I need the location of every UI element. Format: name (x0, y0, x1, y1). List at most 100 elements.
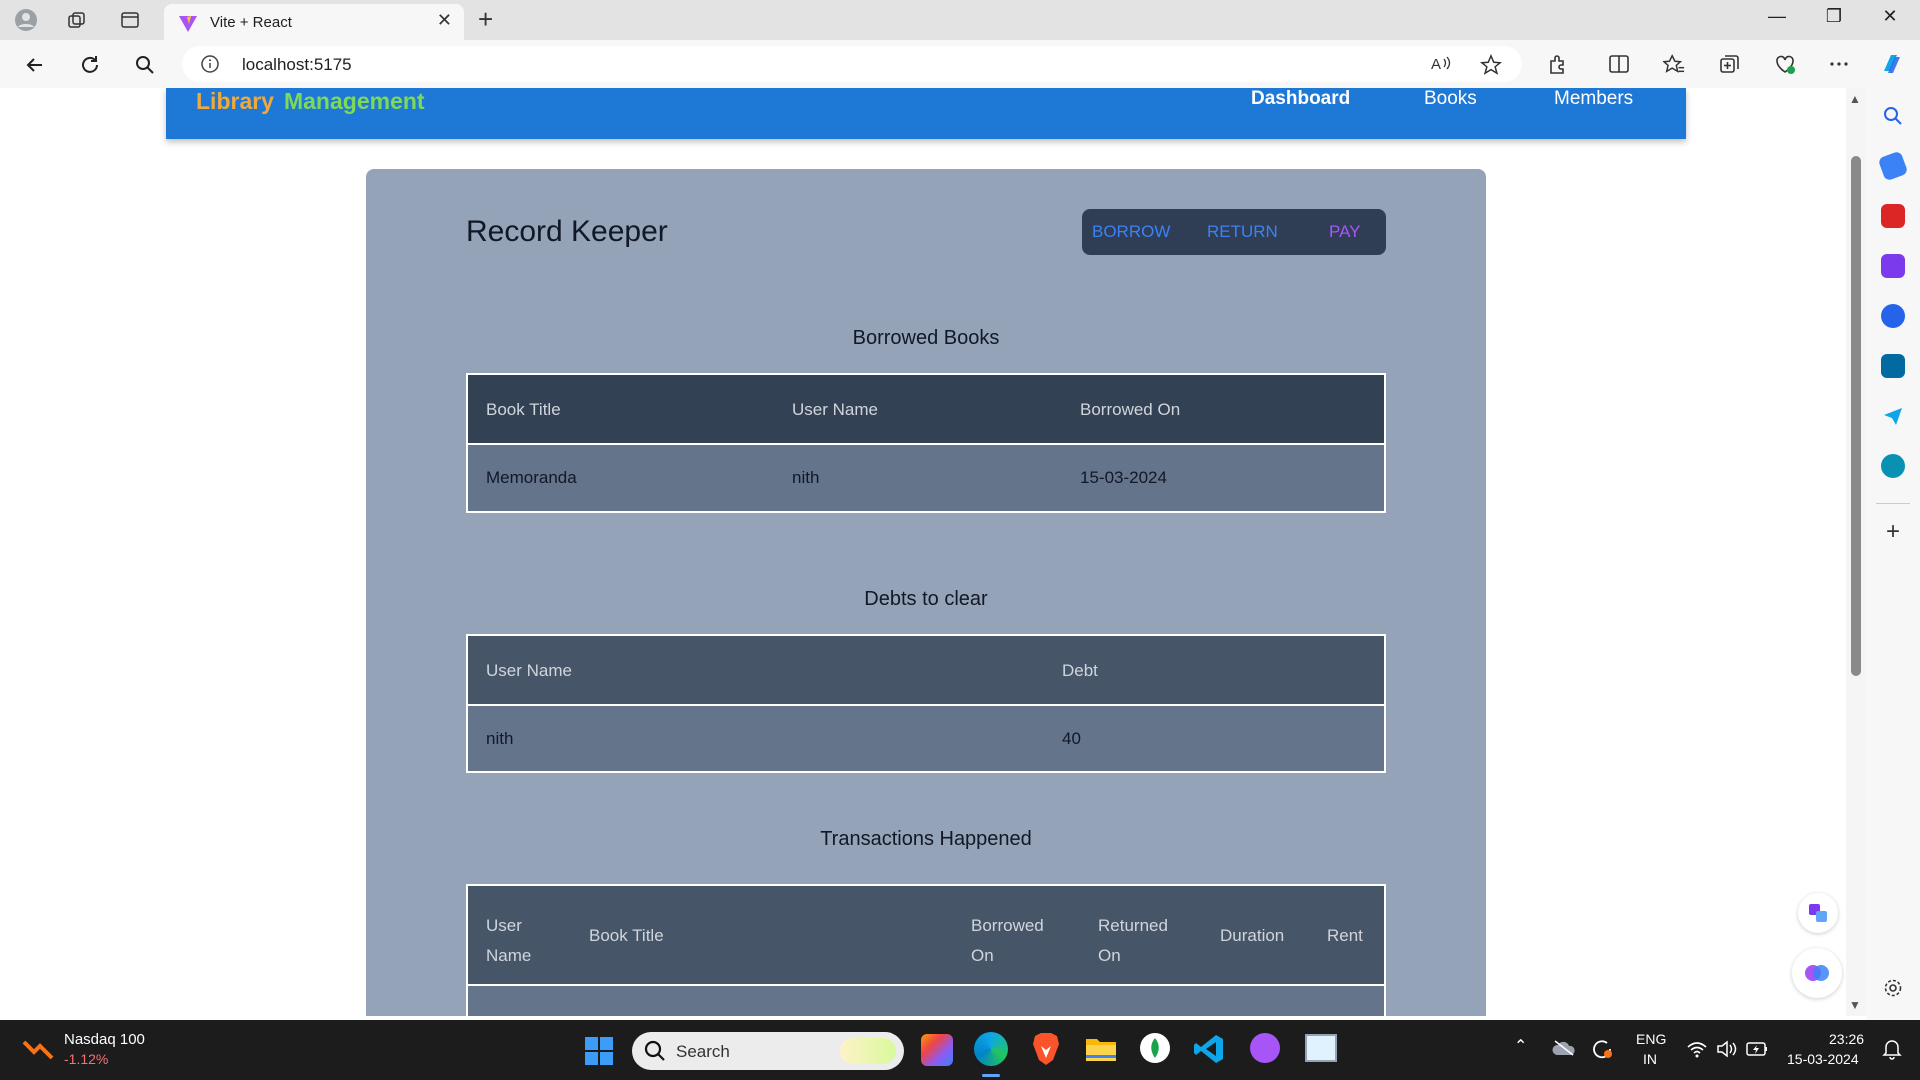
tools-icon[interactable] (1881, 204, 1905, 228)
vertical-tabs-icon[interactable] (118, 8, 142, 32)
stock-name[interactable]: Nasdaq 100 (64, 1031, 145, 1048)
copilot-icon[interactable] (1878, 50, 1906, 78)
search-highlight-image (840, 1038, 896, 1064)
read-aloud-icon[interactable]: A (1430, 54, 1452, 79)
edge-app-icon[interactable] (974, 1032, 1008, 1066)
battery-icon[interactable] (1746, 1041, 1768, 1062)
sidebar-divider (1876, 503, 1910, 504)
return-button[interactable]: RETURN (1207, 222, 1278, 242)
volume-icon[interactable] (1716, 1039, 1738, 1064)
onedrive-offline-icon[interactable] (1552, 1040, 1576, 1061)
header-book-title: Book Title (589, 926, 664, 945)
more-options-icon[interactable] (1825, 50, 1853, 78)
microsoft-365-icon[interactable] (1881, 304, 1905, 328)
edge-active-indicator (982, 1074, 1000, 1077)
back-icon[interactable] (20, 50, 50, 80)
record-keeper-panel: Record Keeper BORROW RETURN PAY Borrowed… (366, 169, 1486, 1016)
header-debt: Debt (1062, 661, 1098, 680)
table-row: Memoranda nith 15-03-2024 (468, 445, 1384, 511)
favorite-star-icon[interactable] (1479, 53, 1503, 81)
profile-icon[interactable] (14, 8, 38, 32)
scroll-up-icon[interactable]: ▲ (1849, 92, 1861, 106)
cell-user-name: nith (486, 729, 514, 748)
header-borrowed-on: Borrowed On (971, 916, 1044, 965)
header-book-title: Book Title (486, 400, 561, 419)
close-window-icon[interactable]: ✕ (1870, 6, 1910, 27)
brand-logo[interactable]: Library Management (196, 88, 425, 115)
vscode-icon[interactable] (1193, 1033, 1225, 1070)
taskbar-search-box[interactable]: Search (632, 1032, 904, 1070)
send-icon[interactable] (1881, 404, 1905, 428)
page-title: Record Keeper (466, 215, 668, 248)
url-text: localhost:5175 (242, 55, 352, 74)
table-header-row: Book Title User Name Borrowed On (468, 375, 1384, 445)
refresh-icon[interactable] (75, 50, 105, 80)
site-info-icon[interactable] (200, 54, 220, 79)
windows-start-icon[interactable] (584, 1036, 614, 1071)
restore-icon[interactable]: ❐ (1814, 6, 1854, 27)
borrow-button[interactable]: BORROW (1092, 222, 1170, 242)
translate-floating-icon[interactable] (1798, 893, 1838, 933)
pay-button[interactable]: PAY (1329, 222, 1361, 242)
svg-text:A: A (1431, 56, 1441, 73)
file-explorer-icon[interactable] (1085, 1035, 1117, 1068)
minimize-icon[interactable]: — (1757, 6, 1797, 27)
ai-assistant-floating-icon[interactable] (1792, 948, 1842, 998)
clock-date: 15-03-2024 (1787, 1051, 1859, 1067)
table-row (468, 986, 1384, 1016)
new-tab-icon[interactable]: + (478, 4, 493, 35)
table-header-row: User Name Book Title Borrowed On Returne… (468, 886, 1384, 986)
notifications-bell-icon[interactable] (1882, 1038, 1902, 1065)
debts-title: Debts to clear (864, 588, 988, 610)
cell-user-name: nith (792, 468, 820, 487)
brand-management: Management (283, 88, 425, 114)
outlook-icon[interactable] (1881, 354, 1905, 378)
workspaces-icon[interactable] (65, 8, 89, 32)
borrowed-books-table: Book Title User Name Borrowed On Memoran… (466, 373, 1386, 513)
sync-icon[interactable] (1590, 1037, 1614, 1066)
taskbar-search-placeholder: Search (676, 1042, 730, 1061)
github-desktop-icon[interactable] (1250, 1033, 1280, 1063)
nav-dashboard[interactable]: Dashboard (1251, 88, 1350, 110)
language-line1[interactable]: ENG (1636, 1031, 1666, 1047)
cell-debt: 40 (1062, 729, 1081, 748)
nav-books[interactable]: Books (1424, 88, 1477, 110)
stock-trend-icon[interactable] (22, 1036, 56, 1067)
add-sidebar-app-icon[interactable]: + (1881, 518, 1905, 545)
shopping-tag-icon[interactable] (1877, 150, 1909, 182)
copilot-pre-app-icon[interactable] (921, 1034, 953, 1066)
language-line2: IN (1643, 1051, 1657, 1067)
collections-icon[interactable] (1716, 50, 1744, 78)
table-row: nith 40 (468, 706, 1384, 771)
sidebar-search-icon[interactable] (1881, 104, 1905, 128)
games-icon[interactable] (1881, 254, 1905, 278)
brand-library: Library (196, 88, 274, 114)
favorites-icon[interactable] (1660, 50, 1688, 78)
scrollbar-thumb[interactable] (1851, 156, 1861, 676)
wifi-icon[interactable] (1686, 1039, 1708, 1064)
nav-members[interactable]: Members (1554, 88, 1633, 110)
tab-title: Vite + React (210, 14, 292, 31)
sidebar-settings-icon[interactable] (1881, 976, 1905, 1000)
browser-essentials-icon[interactable] (1771, 50, 1799, 78)
browser-tab[interactable]: Vite + React ✕ (164, 4, 464, 40)
page-scrollbar[interactable]: ▲ ▼ (1846, 88, 1866, 1016)
mongodb-compass-icon[interactable] (1140, 1033, 1170, 1063)
close-tab-icon[interactable]: ✕ (437, 10, 452, 31)
extensions-icon[interactable] (1544, 50, 1572, 78)
scroll-down-icon[interactable]: ▼ (1849, 998, 1861, 1012)
transactions-table: User Name Book Title Borrowed On Returne… (466, 884, 1386, 1016)
clock-time[interactable]: 23:26 (1829, 1031, 1864, 1047)
show-hidden-icons-chevron[interactable]: ⌃ (1514, 1036, 1527, 1056)
designer-icon[interactable] (1881, 454, 1905, 478)
monitor-app-icon[interactable] (1305, 1034, 1337, 1062)
action-button-group: BORROW RETURN PAY (1082, 209, 1386, 255)
header-returned-on: Returned On (1098, 916, 1168, 965)
search-icon[interactable] (130, 50, 160, 80)
address-bar[interactable]: localhost:5175 A (182, 46, 1522, 82)
cell-borrowed-on: 15-03-2024 (1080, 468, 1167, 487)
split-screen-icon[interactable] (1605, 50, 1633, 78)
header-user-name: User Name (792, 400, 878, 419)
brave-app-icon[interactable] (1031, 1032, 1061, 1071)
browser-toolbar: localhost:5175 A (0, 40, 1920, 88)
